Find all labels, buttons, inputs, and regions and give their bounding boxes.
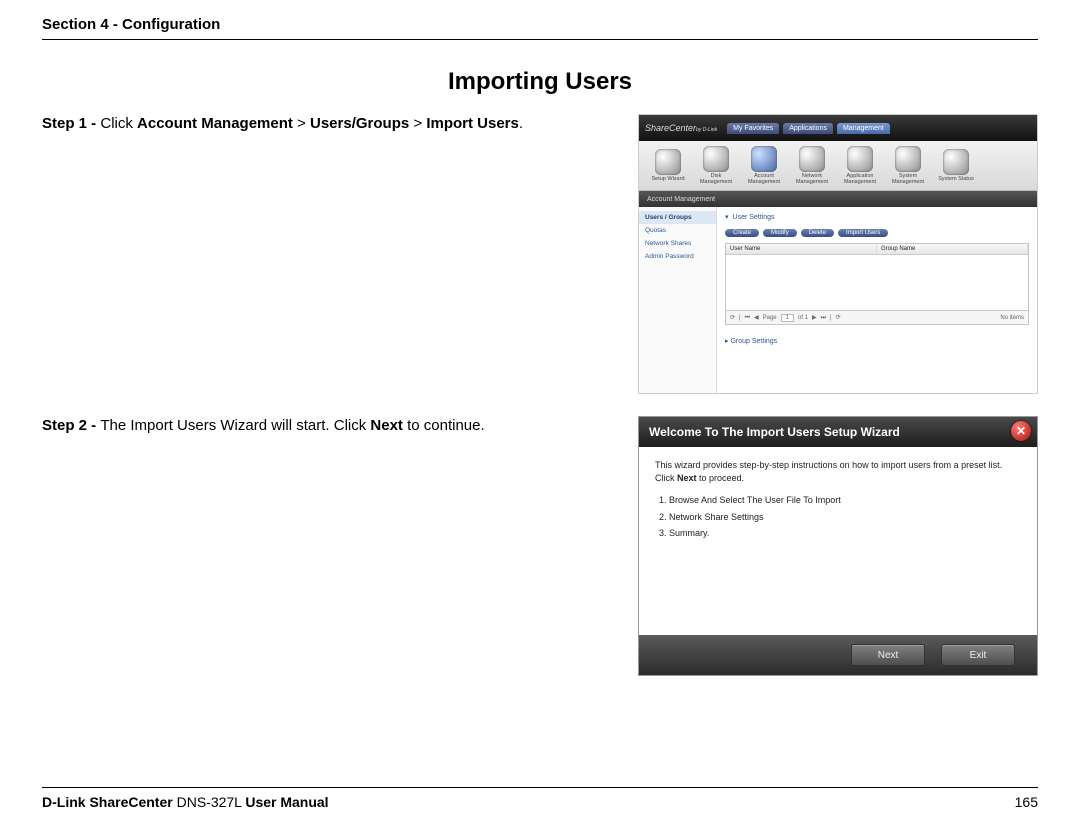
sidebar-item-quotas[interactable]: Quotas	[639, 224, 716, 237]
action-buttons: Create Modify Delete Import Users	[725, 229, 1029, 237]
tab-management[interactable]: Management	[837, 123, 890, 134]
tool-setup-wizard[interactable]: Setup Wizard	[647, 149, 689, 183]
tool-network-mgmt[interactable]: Network Management	[791, 146, 833, 185]
page-footer: D-Link ShareCenter DNS-327L User Manual …	[42, 787, 1038, 810]
step2-next-word: Next	[370, 417, 403, 434]
close-button[interactable]: ✕	[1011, 421, 1031, 441]
reload-icon[interactable]: ⟳	[836, 315, 841, 321]
pager-page-input[interactable]: 1	[781, 314, 794, 322]
step1-text: Step 1 - Click Account Management > User…	[42, 114, 618, 134]
sharecenter-screenshot: ShareCenterby D-Link My Favorites Applic…	[638, 114, 1038, 394]
step1-prefix: Step 1 -	[42, 115, 100, 132]
modify-button[interactable]: Modify	[763, 229, 797, 237]
wizard-step-1: Browse And Select The User File To Impor…	[669, 494, 1021, 507]
main-panel: User Settings Create Modify Delete Impor…	[717, 207, 1037, 393]
step2-row: Step 2 - The Import Users Wizard will st…	[42, 416, 1038, 676]
step2-prefix: Step 2 -	[42, 417, 100, 434]
app-header: ShareCenterby D-Link My Favorites Applic…	[639, 115, 1037, 141]
wizard-step-3: Summary.	[669, 527, 1021, 540]
account-icon	[751, 146, 777, 172]
pager-page-label: Page	[763, 315, 777, 321]
tab-favorites[interactable]: My Favorites	[727, 123, 779, 134]
step1-path-import: Import Users	[426, 115, 519, 132]
col-group-name[interactable]: Group Name	[877, 244, 1028, 254]
pager-next-icon[interactable]: ▶	[812, 315, 817, 321]
pager-status: No items	[1000, 315, 1024, 321]
tool-system-mgmt[interactable]: System Management	[887, 146, 929, 185]
step1-path-acct: Account Management	[137, 115, 293, 132]
wizard-screenshot: Welcome To The Import Users Setup Wizard…	[638, 416, 1038, 676]
tool-app-mgmt[interactable]: Application Management	[839, 146, 881, 185]
toolbar: Setup Wizard Disk Management Account Man…	[639, 141, 1037, 191]
sidebar-item-admin-password[interactable]: Admin Password	[639, 250, 716, 263]
step1-path-users: Users/Groups	[310, 115, 409, 132]
sidebar-item-network-shares[interactable]: Network Shares	[639, 237, 716, 250]
app-mgmt-icon	[847, 146, 873, 172]
create-button[interactable]: Create	[725, 229, 759, 237]
app-logo: ShareCenterby D-Link	[645, 123, 717, 133]
pager-first-icon[interactable]: ⏮	[745, 315, 750, 321]
system-icon	[895, 146, 921, 172]
tool-disk-mgmt[interactable]: Disk Management	[695, 146, 737, 185]
disk-icon	[703, 146, 729, 172]
network-icon	[799, 146, 825, 172]
section-header: Section 4 - Configuration	[42, 16, 1038, 40]
wizard-title: Welcome To The Import Users Setup Wizard	[649, 425, 900, 439]
wizard-icon	[655, 149, 681, 175]
page-number: 165	[1015, 794, 1038, 810]
step2-text: Step 2 - The Import Users Wizard will st…	[42, 416, 618, 436]
tool-system-status[interactable]: System Status	[935, 149, 977, 183]
close-icon: ✕	[1016, 424, 1026, 438]
breadcrumb: Account Management	[639, 191, 1037, 207]
wizard-step-2: Network Share Settings	[669, 511, 1021, 524]
pager-last-icon[interactable]: ⏭	[821, 315, 826, 321]
tab-applications[interactable]: Applications	[783, 123, 833, 134]
delete-button[interactable]: Delete	[801, 229, 834, 237]
refresh-icon[interactable]: ⟳	[730, 315, 735, 321]
import-users-button[interactable]: Import Users	[838, 229, 888, 237]
pager-prev-icon[interactable]: ◀	[754, 315, 759, 321]
footer-doc: D-Link ShareCenter DNS-327L User Manual	[42, 794, 329, 810]
step1-row: Step 1 - Click Account Management > User…	[42, 114, 1038, 394]
sidebar: Users / Groups Quotas Network Shares Adm…	[639, 207, 717, 393]
group-settings-heading[interactable]: Group Settings	[725, 337, 1029, 345]
wizard-titlebar: Welcome To The Import Users Setup Wizard…	[639, 417, 1037, 447]
wizard-body: This wizard provides step-by-step instru…	[639, 447, 1037, 635]
sidebar-item-users-groups[interactable]: Users / Groups	[639, 211, 716, 224]
table-body-empty	[726, 255, 1028, 310]
exit-button[interactable]: Exit	[941, 644, 1015, 666]
status-icon	[943, 149, 969, 175]
next-button[interactable]: Next	[851, 644, 925, 666]
page-title: Importing Users	[42, 68, 1038, 96]
wizard-intro: This wizard provides step-by-step instru…	[655, 459, 1021, 484]
wizard-footer: Next Exit	[639, 635, 1037, 675]
pager: ⟳ | ⏮ ◀ Page 1 of 1 ▶ ⏭ | ⟳ No items	[726, 310, 1028, 324]
col-user-name[interactable]: User Name	[726, 244, 877, 254]
step1-before: Click	[100, 115, 137, 132]
table-header: User Name Group Name	[726, 244, 1028, 255]
pager-of: of 1	[798, 315, 808, 321]
user-settings-heading: User Settings	[725, 213, 1029, 221]
users-table: User Name Group Name ⟳ | ⏮ ◀ Page 1 of 1…	[725, 243, 1029, 325]
tool-account-mgmt[interactable]: Account Management	[743, 146, 785, 185]
wizard-steps-list: Browse And Select The User File To Impor…	[669, 494, 1021, 540]
content-body: Users / Groups Quotas Network Shares Adm…	[639, 207, 1037, 393]
